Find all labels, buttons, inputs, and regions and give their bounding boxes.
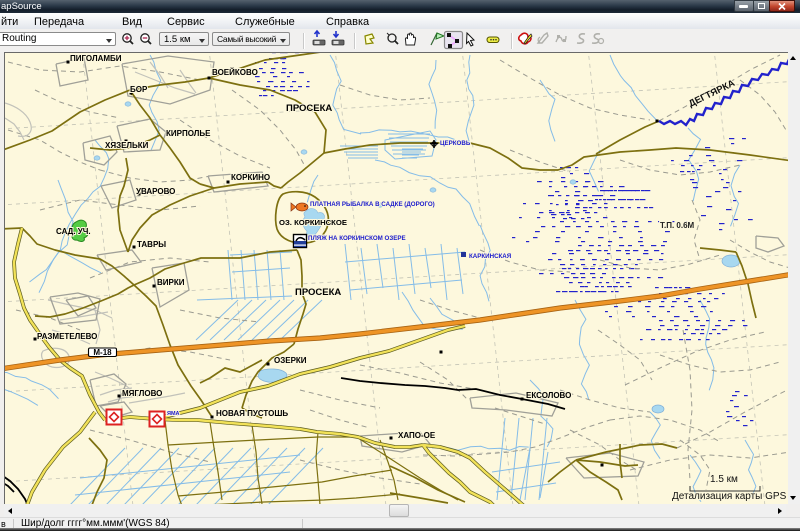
svg-text:МЯГЛОВО: МЯГЛОВО (122, 389, 162, 398)
svg-text:Т.П. 0.6М: Т.П. 0.6М (660, 221, 695, 230)
svg-text:Детализация карты GPS: Детализация карты GPS (672, 491, 787, 502)
svg-text:ВОЕЙКОВО: ВОЕЙКОВО (212, 68, 258, 77)
svg-text:ЕКСОЛОВО: ЕКСОЛОВО (526, 391, 571, 400)
svg-text:М-18: М-18 (93, 348, 112, 357)
svg-text:РАЗМЕТЕЛЕВО: РАЗМЕТЕЛЕВО (37, 332, 97, 341)
svg-text:ПРОСЕКА: ПРОСЕКА (295, 287, 341, 298)
svg-text:1.5 км: 1.5 км (710, 474, 738, 485)
svg-text:КАРКИНСКАЯ: КАРКИНСКАЯ (469, 253, 512, 260)
svg-text:УВАРОВО: УВАРОВО (136, 187, 175, 196)
svg-text:КОРКИНО: КОРКИНО (231, 173, 270, 182)
svg-text:ПЛАТНАЯ РЫБАЛКА В САДКЕ (ДОРОГ: ПЛАТНАЯ РЫБАЛКА В САДКЕ (ДОРОГО) (310, 201, 435, 208)
svg-text:ПИГОЛАМБИ: ПИГОЛАМБИ (70, 54, 122, 63)
svg-text:ОЗЕРКИ: ОЗЕРКИ (274, 356, 307, 365)
svg-text:ПРОСЕКА: ПРОСЕКА (286, 103, 332, 114)
svg-text:НОВАЯ ПУСТОШЬ: НОВАЯ ПУСТОШЬ (216, 409, 288, 418)
svg-text:САД. УЧ.: САД. УЧ. (56, 227, 91, 236)
svg-text:ЯМА: ЯМА (167, 411, 180, 417)
svg-text:ПЛЯЖ НА КОРКИНСКОМ ОЗЕРЕ: ПЛЯЖ НА КОРКИНСКОМ ОЗЕРЕ (308, 235, 406, 242)
svg-text:ОЗ. КОРКИНСКОЕ: ОЗ. КОРКИНСКОЕ (279, 218, 347, 227)
svg-text:ТАВРЫ: ТАВРЫ (137, 240, 166, 249)
svg-text:ВИРКИ: ВИРКИ (157, 278, 185, 287)
svg-text:БОР: БОР (130, 85, 148, 94)
svg-text:ХЯЗЕЛЬКИ: ХЯЗЕЛЬКИ (105, 141, 149, 150)
svg-text:ХАПО-ОЕ: ХАПО-ОЕ (398, 431, 436, 440)
svg-text:ЦЕРКОВЬ: ЦЕРКОВЬ (440, 140, 471, 147)
svg-text:КИРПОЛЬЕ: КИРПОЛЬЕ (166, 129, 211, 138)
